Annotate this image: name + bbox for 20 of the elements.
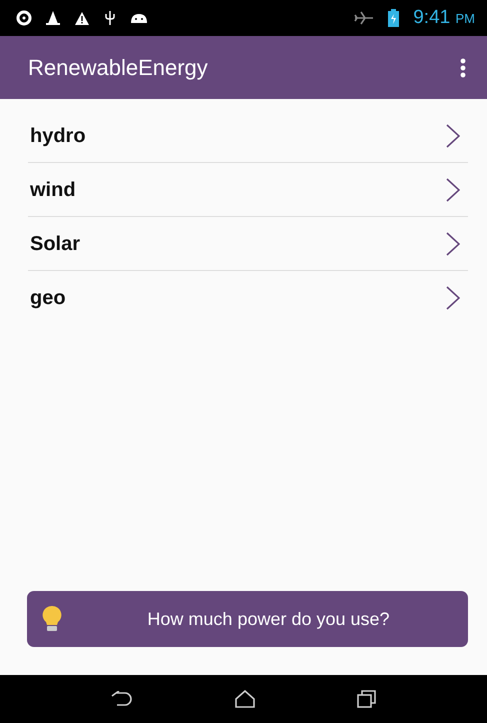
usb-icon — [104, 10, 116, 26]
chevron-right-icon — [446, 232, 460, 256]
chevron-right-icon — [446, 178, 460, 202]
home-button[interactable] — [234, 687, 256, 711]
lightbulb-icon — [41, 605, 63, 633]
android-icon — [130, 12, 148, 24]
clock: 9:41 PM — [413, 6, 475, 30]
chevron-right-icon — [446, 286, 460, 310]
airplane-icon — [354, 11, 374, 25]
battery-icon — [388, 9, 400, 27]
list-item[interactable]: hydro — [28, 109, 468, 163]
list-item[interactable]: wind — [28, 163, 468, 217]
chevron-right-icon — [446, 124, 460, 148]
warning-icon — [74, 10, 90, 26]
cone-icon — [46, 10, 60, 26]
list-item[interactable]: Solar — [28, 217, 468, 271]
recent-apps-button[interactable] — [356, 687, 376, 711]
list-item[interactable]: geo — [28, 271, 468, 325]
power-usage-button[interactable]: How much power do you use? — [27, 591, 468, 647]
app-title: RenewableEnergy — [28, 54, 208, 82]
